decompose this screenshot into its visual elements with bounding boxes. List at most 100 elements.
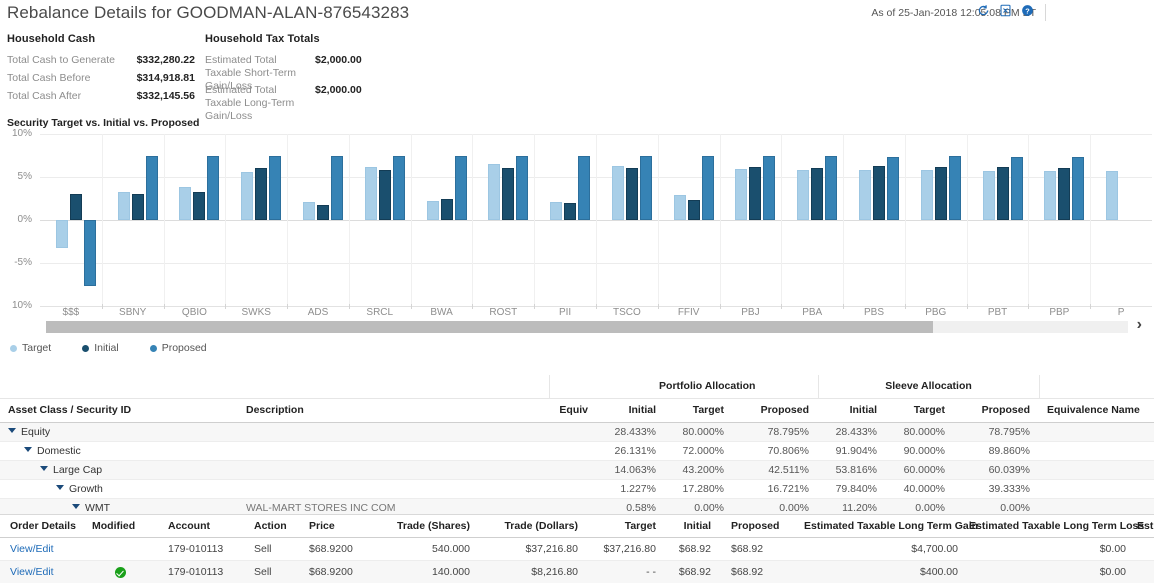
col-order-target[interactable]: Target xyxy=(588,515,666,538)
bar-initial-BWA[interactable] xyxy=(441,199,453,220)
view-edit-link[interactable]: View/Edit xyxy=(10,566,54,578)
refresh-icon[interactable] xyxy=(977,4,990,17)
bar-proposed-PBJ[interactable] xyxy=(763,156,775,220)
bar-initial-PBP[interactable] xyxy=(1058,168,1070,220)
col-portfolio-target[interactable]: Target xyxy=(665,398,733,422)
bar-target-PBA[interactable] xyxy=(797,170,809,220)
col-equivalence-name[interactable]: Equivalence Name xyxy=(1039,398,1154,422)
col-lt-loss[interactable]: Estimated Taxable Long Term Loss xyxy=(968,515,1136,538)
bar-target-FFIV[interactable] xyxy=(674,195,686,220)
bar-target-PBJ[interactable] xyxy=(735,169,747,220)
bar-initial-PBT[interactable] xyxy=(997,167,1009,220)
allocation-row-name[interactable]: Large Cap xyxy=(0,460,238,479)
bar-proposed-PBT[interactable] xyxy=(1011,157,1023,220)
col-equiv[interactable]: Equiv xyxy=(549,398,597,422)
view-edit-link[interactable]: View/Edit xyxy=(10,543,54,555)
bar-proposed-BWA[interactable] xyxy=(455,156,467,220)
bar-initial-$$$[interactable] xyxy=(70,194,82,220)
legend-item-target[interactable]: Target xyxy=(10,342,51,354)
bar-target-PII[interactable] xyxy=(550,202,562,220)
bar-proposed-PBP[interactable] xyxy=(1072,157,1084,220)
bar-target-PBT[interactable] xyxy=(983,171,995,220)
order-row[interactable]: View/Edit179-010113Sell$68.9200540.000$3… xyxy=(0,538,1154,561)
col-portfolio-proposed[interactable]: Proposed xyxy=(733,398,818,422)
bar-target-SWKS[interactable] xyxy=(241,172,253,220)
allocation-row[interactable]: Equity28.433%80.000%78.795%28.433%80.000… xyxy=(0,422,1154,441)
bar-proposed-PII[interactable] xyxy=(578,156,590,220)
col-account[interactable]: Account xyxy=(158,515,244,538)
bar-initial-PBG[interactable] xyxy=(935,167,947,220)
bar-initial-SBNY[interactable] xyxy=(132,194,144,220)
bar-target-SRCL[interactable] xyxy=(365,167,377,220)
col-portfolio-initial[interactable]: Initial xyxy=(597,398,665,422)
bar-initial-TSCO[interactable] xyxy=(626,168,638,220)
bar-target-P[interactable] xyxy=(1106,171,1118,220)
bar-target-QBIO[interactable] xyxy=(179,187,191,220)
bar-target-PBG[interactable] xyxy=(921,170,933,220)
bar-proposed-PBG[interactable] xyxy=(949,156,961,220)
expand-collapse-caret-icon[interactable] xyxy=(40,466,48,471)
col-order-initial[interactable]: Initial xyxy=(666,515,721,538)
col-sleeve-initial[interactable]: Initial xyxy=(818,398,886,422)
col-action[interactable]: Action xyxy=(244,515,299,538)
chart-horizontal-scrollbar[interactable] xyxy=(46,321,1128,333)
bar-proposed-ADS[interactable] xyxy=(331,156,343,220)
expand-collapse-caret-icon[interactable] xyxy=(56,485,64,490)
bar-proposed-PBS[interactable] xyxy=(887,157,899,220)
bar-target-$$$[interactable] xyxy=(56,220,68,248)
col-trade-shares[interactable]: Trade (Shares) xyxy=(372,515,480,538)
legend-item-initial[interactable]: Initial xyxy=(82,342,119,354)
col-order-proposed[interactable]: Proposed xyxy=(721,515,803,538)
allocation-row[interactable]: Domestic26.131%72.000%70.806%91.904%90.0… xyxy=(0,441,1154,460)
bar-proposed-TSCO[interactable] xyxy=(640,156,652,220)
bar-initial-PBA[interactable] xyxy=(811,168,823,220)
allocation-row-name[interactable]: Domestic xyxy=(0,441,238,460)
allocation-row-name[interactable]: Equity xyxy=(0,422,238,441)
bar-target-TSCO[interactable] xyxy=(612,166,624,220)
col-sleeve-proposed[interactable]: Proposed xyxy=(954,398,1039,422)
col-order-details[interactable]: Order Details xyxy=(0,515,82,538)
col-lt-gain[interactable]: Estimated Taxable Long Term Gain xyxy=(803,515,968,538)
bar-proposed-FFIV[interactable] xyxy=(702,156,714,220)
bar-initial-QBIO[interactable] xyxy=(193,192,205,220)
export-excel-icon[interactable] xyxy=(999,4,1012,17)
bar-initial-SWKS[interactable] xyxy=(255,168,267,220)
col-price[interactable]: Price xyxy=(299,515,372,538)
allocation-row[interactable]: Growth1.227%17.280%16.721%79.840%40.000%… xyxy=(0,479,1154,498)
bar-target-SBNY[interactable] xyxy=(118,192,130,220)
chart-scrollbar-thumb[interactable] xyxy=(46,321,933,333)
bar-initial-ROST[interactable] xyxy=(502,168,514,220)
bar-proposed-SWKS[interactable] xyxy=(269,156,281,220)
expand-collapse-caret-icon[interactable] xyxy=(24,447,32,452)
col-description[interactable]: Description xyxy=(238,398,549,422)
bar-target-BWA[interactable] xyxy=(427,201,439,220)
allocation-row-name[interactable]: Growth xyxy=(0,479,238,498)
bar-initial-PBJ[interactable] xyxy=(749,167,761,220)
legend-item-proposed[interactable]: Proposed xyxy=(150,342,207,354)
bar-initial-PII[interactable] xyxy=(564,203,576,220)
col-modified[interactable]: Modified xyxy=(82,515,158,538)
bar-proposed-QBIO[interactable] xyxy=(207,156,219,220)
col-st-gain[interactable]: Estimated Taxable Short Term Gain xyxy=(1136,515,1154,538)
bar-proposed-SBNY[interactable] xyxy=(146,156,158,220)
allocation-row[interactable]: Large Cap14.063%43.200%42.511%53.816%60.… xyxy=(0,460,1154,479)
col-asset-class[interactable]: Asset Class / Security ID xyxy=(0,398,238,422)
expand-collapse-caret-icon[interactable] xyxy=(72,504,80,509)
bar-target-ADS[interactable] xyxy=(303,202,315,220)
help-icon[interactable]: ? xyxy=(1021,4,1034,17)
col-trade-dollars[interactable]: Trade (Dollars) xyxy=(480,515,588,538)
bar-target-ROST[interactable] xyxy=(488,164,500,220)
chart-scroll-right-arrow[interactable]: › xyxy=(1137,317,1142,333)
order-row[interactable]: View/Edit179-010113Sell$68.9200140.000$8… xyxy=(0,561,1154,583)
bar-proposed-SRCL[interactable] xyxy=(393,156,405,220)
bar-target-PBP[interactable] xyxy=(1044,171,1056,220)
bar-proposed-PBA[interactable] xyxy=(825,156,837,220)
col-sleeve-target[interactable]: Target xyxy=(886,398,954,422)
bar-proposed-$$$[interactable] xyxy=(84,220,96,286)
expand-collapse-caret-icon[interactable] xyxy=(8,428,16,433)
bar-initial-SRCL[interactable] xyxy=(379,170,391,220)
bar-target-PBS[interactable] xyxy=(859,170,871,220)
bar-initial-FFIV[interactable] xyxy=(688,200,700,220)
bar-initial-PBS[interactable] xyxy=(873,166,885,220)
bar-proposed-ROST[interactable] xyxy=(516,156,528,220)
